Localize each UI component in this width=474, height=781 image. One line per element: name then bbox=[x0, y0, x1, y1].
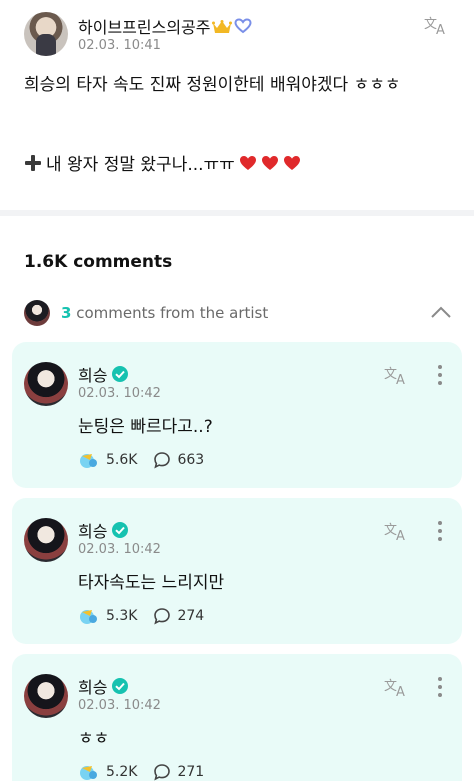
comment-stats: 5.3K 274 bbox=[78, 606, 204, 626]
more-options-icon[interactable] bbox=[430, 676, 450, 698]
reply-icon[interactable] bbox=[153, 451, 171, 469]
svg-text:A: A bbox=[396, 529, 405, 542]
cheer-icon[interactable] bbox=[78, 762, 100, 781]
translate-icon[interactable]: 文A bbox=[384, 364, 410, 388]
comment-text: ㅎㅎ bbox=[78, 729, 110, 749]
commenter-name[interactable]: 희승 bbox=[78, 518, 107, 542]
artist-avatar bbox=[24, 300, 50, 326]
svg-text:A: A bbox=[396, 373, 405, 386]
cheer-count: 5.6K bbox=[106, 452, 138, 468]
post-date: 02.03. 10:41 bbox=[78, 38, 161, 53]
commenter-name[interactable]: 희승 bbox=[78, 674, 107, 698]
cheer-icon[interactable] bbox=[78, 606, 100, 626]
post-text-line-1: 희승의 타자 속도 진짜 정원이한테 배워야겠다 ㅎㅎㅎ bbox=[24, 75, 401, 95]
heart-outline-icon bbox=[234, 18, 252, 34]
author-name-row[interactable]: 하이브프린스의공주 bbox=[78, 14, 252, 38]
commenter-avatar[interactable] bbox=[24, 518, 68, 562]
red-heart-icon bbox=[261, 155, 279, 171]
svg-text:A: A bbox=[396, 685, 405, 698]
author-name[interactable]: 하이브프린스의공주 bbox=[78, 14, 210, 38]
artist-comment-card: 희승 02.03. 10:42 ㅎㅎ 文A 5.2K 271 bbox=[12, 654, 462, 781]
verified-badge-icon bbox=[111, 365, 129, 383]
artist-comments-label[interactable]: 3 comments from the artist bbox=[61, 304, 268, 322]
cheer-icon[interactable] bbox=[78, 450, 100, 470]
artist-comments-text: comments from the artist bbox=[76, 304, 269, 322]
author-avatar[interactable] bbox=[24, 12, 68, 56]
more-options-icon[interactable] bbox=[430, 364, 450, 386]
comments-count: 1.6K comments bbox=[24, 252, 173, 272]
reply-count: 274 bbox=[177, 608, 205, 624]
cheer-count: 5.3K bbox=[106, 608, 138, 624]
reply-icon[interactable] bbox=[153, 763, 171, 781]
svg-text:A: A bbox=[436, 23, 445, 36]
artist-comment-count: 3 bbox=[61, 304, 72, 322]
plus-emoji-icon bbox=[24, 154, 42, 172]
translate-icon[interactable]: 文A bbox=[384, 676, 410, 700]
comment-date: 02.03. 10:42 bbox=[78, 542, 161, 557]
comment-date: 02.03. 10:42 bbox=[78, 698, 161, 713]
chevron-up-icon[interactable] bbox=[430, 304, 452, 318]
red-heart-icon bbox=[283, 155, 301, 171]
commenter-avatar[interactable] bbox=[24, 674, 68, 718]
more-options-icon[interactable] bbox=[430, 520, 450, 542]
comment-stats: 5.6K 663 bbox=[78, 450, 204, 470]
reply-icon[interactable] bbox=[153, 607, 171, 625]
commenter-name-row[interactable]: 희승 bbox=[78, 362, 129, 386]
translate-icon[interactable]: 文A bbox=[424, 14, 450, 38]
post: 하이브프린스의공주 02.03. 10:41 文A 희승의 타자 속도 진짜 정… bbox=[0, 0, 474, 210]
comment-text: 타자속도는 느리지만 bbox=[78, 573, 225, 593]
red-heart-icon bbox=[239, 155, 257, 171]
commenter-name-row[interactable]: 희승 bbox=[78, 674, 129, 698]
comment-stats: 5.2K 271 bbox=[78, 762, 204, 781]
commenter-name-row[interactable]: 희승 bbox=[78, 518, 129, 542]
cheer-count: 5.2K bbox=[106, 764, 138, 780]
verified-badge-icon bbox=[111, 521, 129, 539]
crown-icon bbox=[212, 19, 233, 33]
post-text-line-2-row: 내 왕자 정말 왔구나...ㅠㅠ bbox=[24, 150, 301, 175]
artist-comments-toggle[interactable]: 3 comments from the artist bbox=[0, 296, 474, 332]
artist-comment-card: 희승 02.03. 10:42 타자속도는 느리지만 文A 5.3K 274 bbox=[12, 498, 462, 644]
comment-date: 02.03. 10:42 bbox=[78, 386, 161, 401]
commenter-name[interactable]: 희승 bbox=[78, 362, 107, 386]
reply-count: 663 bbox=[177, 452, 205, 468]
translate-icon[interactable]: 文A bbox=[384, 520, 410, 544]
post-text-line-2: 내 왕자 정말 왔구나...ㅠㅠ bbox=[46, 155, 235, 175]
verified-badge-icon bbox=[111, 677, 129, 695]
section-divider bbox=[0, 210, 474, 216]
comment-text: 눈팅은 빠르다고..? bbox=[78, 417, 213, 437]
artist-comment-card: 희승 02.03. 10:42 눈팅은 빠르다고..? 文A 5.6K 663 bbox=[12, 342, 462, 488]
reply-count: 271 bbox=[177, 764, 205, 780]
commenter-avatar[interactable] bbox=[24, 362, 68, 406]
